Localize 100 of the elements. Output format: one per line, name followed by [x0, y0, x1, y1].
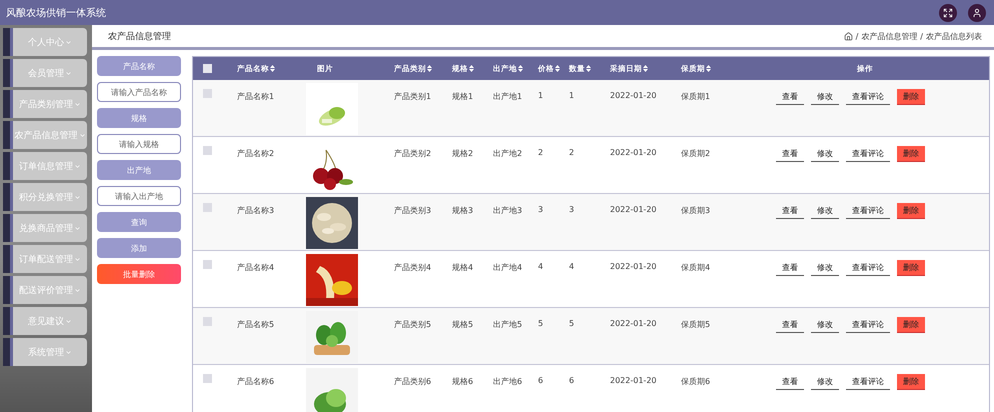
row-checkbox[interactable] — [203, 89, 212, 98]
table-cell-text: 2 — [538, 147, 544, 157]
menu-marker — [3, 307, 13, 335]
select-all-checkbox[interactable] — [203, 64, 212, 73]
caret-icon — [65, 318, 72, 324]
table-cell-text: 1 — [569, 90, 576, 100]
row-action-button[interactable]: 修改 — [811, 374, 839, 390]
table-cell-text: 规格6 — [452, 376, 474, 387]
batch-delete-button[interactable]: 批量删除 — [97, 264, 181, 284]
table-cell-text: 保质期1 — [681, 91, 712, 102]
table-cell-text: 保质期5 — [681, 319, 712, 330]
table-cell-text: 出产地5 — [493, 319, 524, 330]
row-action-button[interactable]: 查看评论 — [846, 374, 890, 390]
user-icon[interactable] — [968, 4, 986, 22]
sort-icon[interactable] — [643, 65, 648, 72]
table-cell-text: 产品类别5 — [394, 319, 432, 330]
sort-icon[interactable] — [270, 65, 275, 72]
table-cell-text: 产品名称4 — [237, 262, 276, 273]
action-button[interactable]: 查询 — [97, 212, 181, 232]
table-cell-text: 出产地2 — [493, 148, 524, 159]
search-field[interactable]: 请输入出产地 — [97, 186, 181, 206]
row-action-button[interactable]: 查看 — [776, 374, 804, 390]
table-cell-text: 6 — [538, 375, 544, 385]
menu-marker — [3, 276, 13, 304]
row-action-button[interactable]: 查看 — [776, 317, 804, 333]
table-cell-text: 5 — [538, 318, 544, 328]
delete-button[interactable]: 删除 — [897, 317, 925, 333]
caret-icon — [74, 286, 81, 294]
caret-icon — [74, 224, 81, 232]
row-checkbox[interactable] — [203, 260, 212, 269]
sort-icon[interactable] — [586, 65, 591, 72]
table-cell-text: 4 — [569, 261, 576, 271]
sort-icon[interactable] — [518, 65, 523, 72]
menu-marker — [3, 59, 13, 87]
caret-icon — [65, 38, 72, 46]
table-cell-text: 2022-01-20 — [610, 261, 658, 271]
fullscreen-icon[interactable] — [939, 4, 957, 22]
row-checkbox[interactable] — [203, 203, 212, 212]
table-cell-text: 1 — [538, 90, 544, 100]
breadcrumb-link[interactable]: 农产品信息列表 — [926, 30, 982, 42]
row-action-button[interactable]: 修改 — [811, 203, 839, 219]
table-cell-text: 保质期6 — [681, 376, 712, 387]
field-label[interactable]: 产品名称 — [97, 56, 181, 76]
table-cell-text: 2022-01-20 — [610, 204, 658, 214]
action-button[interactable]: 添加 — [97, 238, 181, 258]
row-action-button[interactable]: 查看 — [776, 89, 804, 105]
menu-marker — [3, 245, 13, 273]
table-cell-text: 出产地6 — [493, 376, 524, 387]
sort-icon[interactable] — [469, 65, 474, 72]
table-cell-text: 2022-01-20 — [610, 318, 658, 328]
table-cell-text: 产品类别6 — [394, 376, 432, 387]
caret-icon — [65, 70, 72, 76]
row-action-button[interactable]: 查看评论 — [846, 203, 890, 219]
delete-button[interactable]: 删除 — [897, 374, 925, 390]
breadcrumb-link[interactable]: 农产品信息管理 — [861, 30, 918, 42]
caret-icon — [78, 132, 86, 138]
page-title: 农产品信息管理 — [108, 30, 172, 42]
delete-button[interactable]: 删除 — [897, 260, 925, 276]
row-action-button[interactable]: 修改 — [811, 260, 839, 276]
field-label[interactable]: 规格 — [97, 108, 181, 128]
sort-icon[interactable] — [706, 65, 711, 72]
row-checkbox[interactable] — [203, 146, 212, 155]
delete-button[interactable]: 删除 — [897, 203, 925, 219]
search-field[interactable]: 请输入产品名称 — [97, 82, 181, 102]
table-cell-text: 3 — [538, 204, 544, 214]
menu-marker — [3, 90, 13, 118]
table-cell-text: 规格3 — [452, 205, 474, 216]
row-action-button[interactable]: 修改 — [811, 89, 839, 105]
app-title: 风酿农场供销一体系统 — [6, 6, 107, 20]
row-checkbox[interactable] — [203, 317, 212, 326]
row-action-button[interactable]: 查看评论 — [846, 260, 890, 276]
table-cell-text: 规格2 — [452, 148, 474, 159]
table-cell-text: 产品类别4 — [394, 262, 432, 273]
table-cell-text: 2022-01-20 — [610, 147, 658, 157]
row-action-button[interactable]: 修改 — [811, 317, 839, 333]
menu-marker — [3, 183, 13, 211]
menu-marker — [3, 152, 13, 180]
row-action-button[interactable]: 修改 — [811, 146, 839, 162]
field-label[interactable]: 出产地 — [97, 160, 181, 180]
home-icon[interactable] — [844, 32, 853, 40]
row-action-button[interactable]: 查看评论 — [846, 89, 890, 105]
table-cell-text: 6 — [569, 375, 576, 385]
table-cell-text: 产品类别3 — [394, 205, 432, 216]
delete-button[interactable]: 删除 — [897, 89, 925, 105]
table-cell-text: 出产地1 — [493, 91, 524, 102]
menu-marker — [3, 338, 13, 366]
row-action-button[interactable]: 查看评论 — [846, 317, 890, 333]
breadcrumb-separator: / — [856, 32, 858, 40]
sort-icon[interactable] — [555, 65, 560, 72]
search-field[interactable]: 请输入规格 — [97, 134, 181, 154]
table-cell-text: 规格1 — [452, 91, 474, 102]
row-action-button[interactable]: 查看 — [776, 260, 804, 276]
row-action-button[interactable]: 查看 — [776, 146, 804, 162]
row-action-button[interactable]: 查看 — [776, 203, 804, 219]
delete-button[interactable]: 删除 — [897, 146, 925, 162]
row-checkbox[interactable] — [203, 374, 212, 383]
row-action-button[interactable]: 查看评论 — [846, 146, 890, 162]
caret-icon — [74, 162, 81, 170]
table-cell-text: 规格4 — [452, 262, 474, 273]
sort-icon[interactable] — [427, 65, 432, 72]
